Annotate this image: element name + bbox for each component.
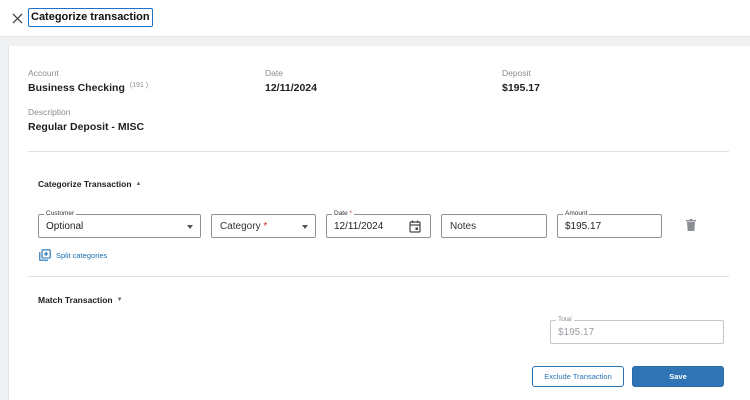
date-field-value: 12/11/2024 [334,221,384,232]
close-icon [11,12,23,24]
total-value: $195.17 [558,327,595,338]
chevron-down-icon: ▼ [116,297,123,303]
category-placeholder: Category * [220,220,267,233]
account-name: Business Checking [28,82,125,94]
total-label: Total [556,315,574,325]
divider [28,151,729,152]
customer-label: Customer [44,209,77,219]
amount-field[interactable]: Amount $195.17 [557,209,662,238]
match-section-toggle[interactable]: Match Transaction ▼ [38,295,123,305]
categorize-section-title: Categorize Transaction [38,179,132,189]
split-categories-link[interactable]: Split categories [39,249,107,261]
description-label: Description [28,107,71,117]
account-number: (191 ) [129,82,149,89]
customer-value: Optional [46,221,84,232]
match-section-title: Match Transaction [38,295,113,305]
chevron-down-icon [187,225,193,229]
category-placeholder-text: Category [220,221,261,232]
customer-select[interactable]: Customer Optional [38,209,201,238]
description-value: Regular Deposit - MISC [28,121,145,133]
calendar-icon[interactable] [409,220,421,233]
deposit-value: $195.17 [502,82,540,94]
date-field-label: Date * [332,209,355,219]
amount-label: Amount [563,209,590,219]
notes-placeholder: Notes [450,221,477,232]
total-field: Total $195.17 [550,315,724,344]
amount-value: $195.17 [565,221,602,232]
date-field[interactable]: Date * 12/11/2024 [326,209,431,238]
categorize-panel: Account Business Checking (191 ) Date 12… [8,46,750,400]
categorize-section-toggle[interactable]: Categorize Transaction ▲ [38,179,141,189]
exclude-transaction-button[interactable]: Exclude Transaction [532,366,624,387]
category-select[interactable]: Category * [211,214,316,238]
deposit-label: Deposit [502,68,531,78]
date-value: 12/11/2024 [265,82,317,94]
close-button[interactable] [9,10,25,26]
required-mark: * [263,221,268,232]
trash-icon[interactable] [686,219,696,231]
account-label: Account [28,68,59,78]
chevron-down-icon [302,225,308,229]
save-button[interactable]: Save [632,366,724,387]
date-label: Date [265,68,283,78]
date-field-label-text: Date [334,210,348,217]
chevron-up-icon: ▲ [135,181,142,187]
page-title[interactable]: Categorize transaction [28,8,153,27]
divider [28,276,729,277]
required-mark: * [349,210,353,217]
dialog-header: Categorize transaction [0,0,750,37]
notes-field[interactable]: Notes [441,214,547,238]
split-icon [39,249,51,261]
account-value: Business Checking (191 ) [28,82,148,94]
split-categories-label: Split categories [56,250,108,260]
